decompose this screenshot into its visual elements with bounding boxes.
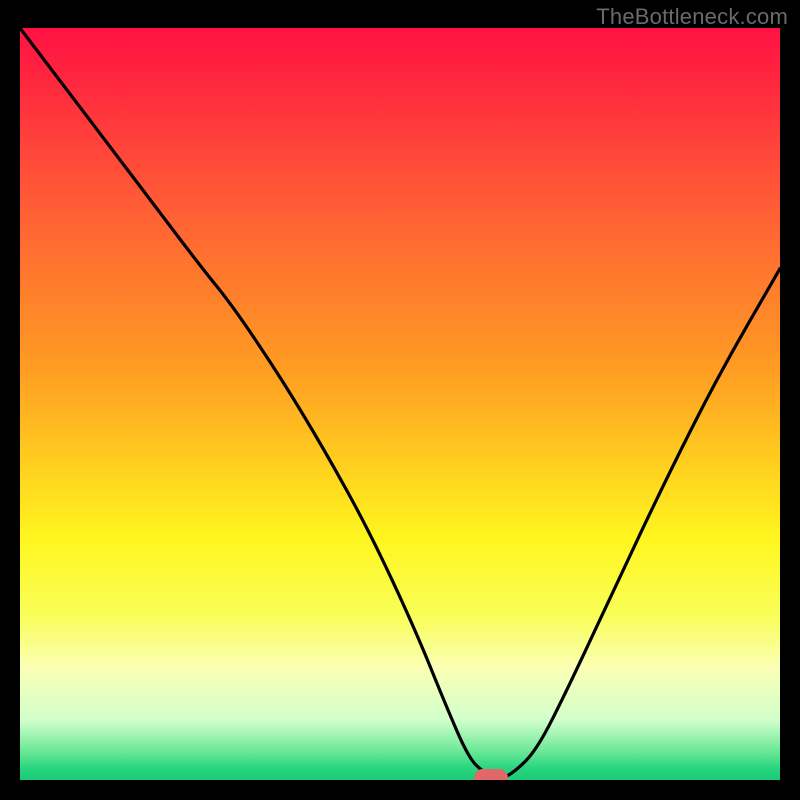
bottleneck-curve [20,28,780,780]
optimum-marker [474,769,508,780]
watermark-text: TheBottleneck.com [596,4,788,30]
plot-area [20,28,780,780]
chart-frame: TheBottleneck.com [0,0,800,800]
